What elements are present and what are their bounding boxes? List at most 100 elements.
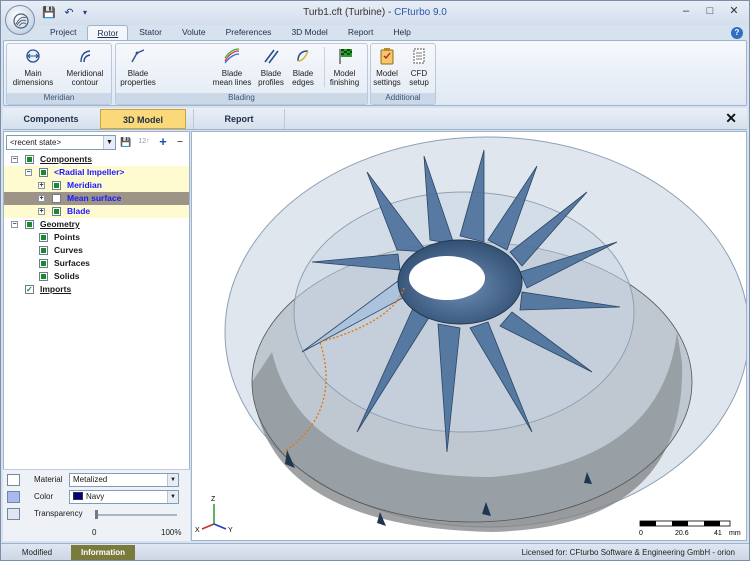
tab-report[interactable]: Report — [339, 25, 383, 41]
visibility-checkbox[interactable] — [39, 259, 48, 268]
axis-triad: Z X Y — [195, 496, 233, 534]
clipboard-settings-icon — [380, 48, 394, 65]
tree-node-meridian[interactable]: + Meridian — [4, 179, 189, 192]
add-icon[interactable]: + — [156, 135, 170, 149]
ribbon-tabs: Project Rotor Stator Volute Preferences … — [41, 25, 422, 41]
blade-properties-button[interactable]: Blade properties — [116, 47, 160, 87]
close-view-icon[interactable]: ✕ — [725, 110, 737, 126]
tab-rotor[interactable]: Rotor — [87, 25, 129, 41]
visibility-checkbox[interactable] — [52, 207, 61, 216]
visibility-checkbox[interactable] — [39, 168, 48, 177]
remove-icon[interactable]: – — [173, 135, 187, 149]
visibility-checkbox[interactable] — [39, 272, 48, 281]
window-title: Turb1.cft (Turbine) - CFturbo 9.0 — [303, 7, 447, 18]
group-additional: Model settings CFD setup Additional — [370, 43, 436, 105]
chevron-down-icon: ▼ — [167, 474, 178, 486]
group-meridian: Main dimensions Meridional contour Meridia… — [6, 43, 112, 105]
tab-3d-model[interactable]: 3D Model — [282, 25, 336, 41]
slider-thumb[interactable] — [95, 510, 98, 519]
visibility-checkbox[interactable] — [25, 283, 34, 296]
color-select[interactable]: Navy ▼ — [69, 490, 179, 504]
main-dimensions-button[interactable]: Main dimensions — [9, 47, 57, 87]
model-finishing-button[interactable]: Model finishing — [324, 47, 364, 87]
tree-node-curves[interactable]: Curves — [4, 244, 189, 257]
blade-mean-lines-icon — [224, 48, 240, 64]
tab-project[interactable]: Project — [41, 25, 85, 41]
tree-node-points[interactable]: Points — [4, 231, 189, 244]
model-settings-button[interactable]: Model settings — [371, 47, 403, 87]
tab-components[interactable]: Components — [5, 109, 97, 129]
minimize-button[interactable]: – — [675, 4, 697, 20]
scale-unit: mm — [729, 530, 741, 537]
blade-mean-lines-button[interactable]: Blade mean lines — [212, 47, 252, 87]
cfd-setup-icon — [413, 48, 425, 64]
tab-report-view[interactable]: Report — [193, 109, 285, 129]
expand-icon[interactable]: + — [38, 208, 45, 215]
transparency-slider[interactable] — [95, 510, 177, 519]
axis-y-label: Y — [228, 527, 233, 534]
title-product: CFturbo 9.0 — [394, 7, 447, 18]
tree-node-radial-impeller[interactable]: − <Radial Impeller> — [4, 166, 189, 179]
close-window-button[interactable]: ✕ — [723, 4, 745, 20]
tree-node-mean-surface[interactable]: + Mean surface — [4, 192, 189, 205]
visibility-checkbox[interactable] — [25, 220, 34, 229]
tree-node-imports[interactable]: Imports — [4, 283, 189, 296]
sort-icon[interactable]: 12↑ — [135, 135, 153, 149]
visibility-checkbox[interactable] — [25, 155, 34, 164]
expand-icon[interactable]: + — [38, 195, 45, 202]
visibility-checkbox[interactable] — [39, 233, 48, 242]
blade-edges-button[interactable]: Blade edges — [288, 47, 318, 87]
chevron-down-icon: ▼ — [103, 136, 115, 149]
expand-icon[interactable]: + — [38, 182, 45, 189]
3d-viewport[interactable]: Z X Y 0 20.6 41 mm — [191, 131, 747, 541]
material-row: Material Metalized ▼ — [3, 472, 188, 488]
color-icon — [7, 491, 20, 503]
collapse-icon[interactable]: − — [11, 221, 18, 228]
status-modified: Modified — [21, 548, 53, 557]
tab-3d-model-view[interactable]: 3D Model — [100, 109, 186, 129]
collapse-icon[interactable]: − — [11, 156, 18, 163]
blade-properties-icon — [131, 49, 145, 63]
tree-node-blade[interactable]: + Blade — [4, 205, 189, 218]
scale-tick-0: 0 — [639, 530, 643, 537]
application-menu-button[interactable] — [5, 5, 35, 35]
status-information[interactable]: Information — [71, 545, 135, 560]
recent-state-combo[interactable]: <recent state> ▼ — [6, 135, 116, 150]
save-state-icon[interactable]: 💾 — [119, 135, 133, 149]
blade-profiles-button[interactable]: Blade profiles — [254, 47, 288, 87]
tab-stator[interactable]: Stator — [130, 25, 171, 41]
tree-node-components[interactable]: − Components — [4, 153, 189, 166]
collapse-icon[interactable]: − — [25, 169, 32, 176]
color-row: Color Navy ▼ — [3, 489, 188, 505]
cfturbo-logo-icon — [13, 13, 29, 29]
tab-help[interactable]: Help — [384, 25, 419, 41]
title-file: Turb1.cft (Turbine) — [303, 7, 386, 18]
blade-edges-icon — [297, 50, 309, 62]
blade-profiles-icon — [264, 49, 279, 64]
tab-volute[interactable]: Volute — [173, 25, 215, 41]
visibility-checkbox[interactable] — [52, 181, 61, 190]
tree-node-geometry[interactable]: − Geometry — [4, 218, 189, 231]
help-icon[interactable]: ? — [731, 27, 743, 39]
maximize-button[interactable]: □ — [699, 4, 721, 20]
app-window: 💾 ↶ ▾ Turb1.cft (Turbine) - CFturbo 9.0 … — [0, 0, 750, 561]
axis-x-label: X — [195, 527, 200, 534]
scale-bar: 0 20.6 41 mm — [639, 520, 741, 537]
scale-tick-2: 41 — [714, 530, 722, 537]
chevron-down-icon: ▼ — [167, 491, 178, 503]
visibility-checkbox[interactable] — [52, 194, 61, 203]
status-license: Licensed for: CFturbo Software & Enginee… — [521, 548, 735, 557]
tree-node-surfaces[interactable]: Surfaces — [4, 257, 189, 270]
cfd-setup-button[interactable]: CFD setup — [404, 47, 434, 87]
visibility-checkbox[interactable] — [39, 246, 48, 255]
scale-tick-1: 20.6 — [675, 530, 689, 537]
tree-node-solids[interactable]: Solids — [4, 270, 189, 283]
ribbon: Main dimensions Meridional contour Meridia… — [3, 40, 747, 106]
hub-bore — [409, 256, 485, 300]
material-select[interactable]: Metalized ▼ — [69, 473, 179, 487]
tab-preferences[interactable]: Preferences — [217, 25, 281, 41]
transparency-icon — [7, 508, 20, 520]
meridional-contour-button[interactable]: Meridional contour — [61, 47, 109, 87]
main-dimensions-icon — [26, 49, 40, 63]
title-bar: 💾 ↶ ▾ Turb1.cft (Turbine) - CFturbo 9.0 … — [1, 1, 749, 25]
